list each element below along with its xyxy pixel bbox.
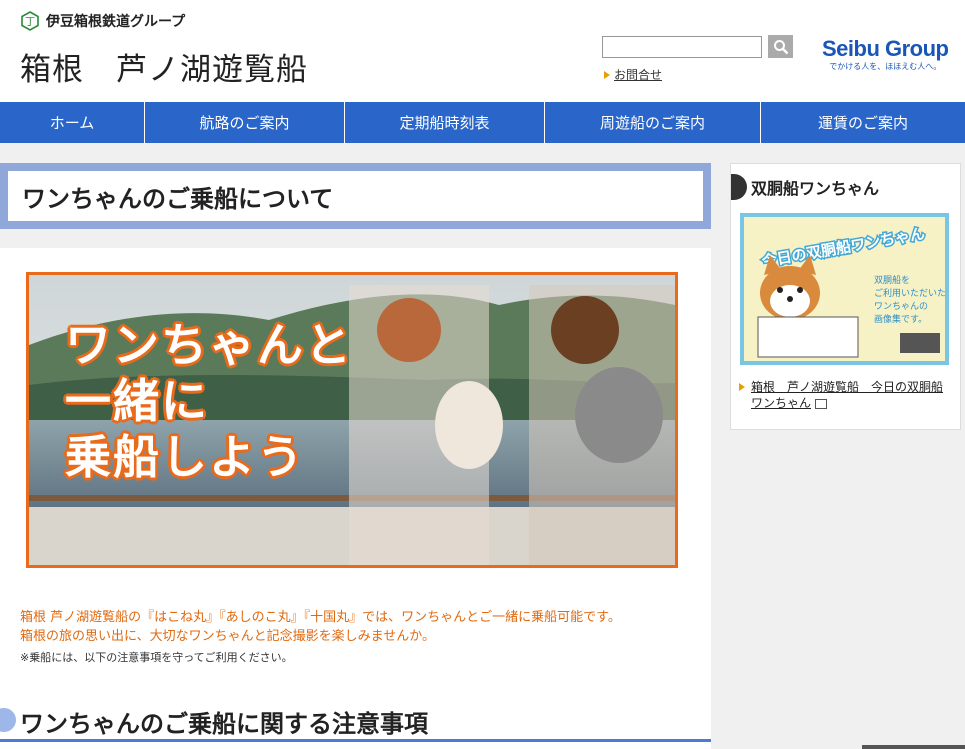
site-title[interactable]: 箱根 芦ノ湖遊覧船 bbox=[20, 44, 308, 89]
banner-text-line-2: ご利用いただいた bbox=[874, 287, 946, 299]
dog-illustration: 今日の双胴船ワンちゃん 今日の双胴船ワンちゃん 双胴船を ご利用いただいた ワン… bbox=[740, 213, 949, 365]
seibu-tagline: でかける人を、ほほえむ人へ。 bbox=[829, 62, 942, 71]
nav-fares[interactable]: 運賃のご案内 bbox=[761, 102, 965, 143]
search-button[interactable] bbox=[768, 35, 793, 58]
search-icon bbox=[773, 39, 788, 54]
search-input[interactable] bbox=[602, 36, 762, 58]
svg-text:丁: 丁 bbox=[25, 17, 35, 28]
content-panel: ワンちゃんと 一緒に 乗船しよう 箱根 芦ノ湖遊覧船の『はこね丸』『あしのこ丸』… bbox=[0, 248, 711, 749]
sidebar-heading: 双胴船ワンちゃん bbox=[731, 174, 879, 200]
hero-caption: ワンちゃんと 一緒に 乗船しよう bbox=[65, 318, 353, 484]
section-title: ワンちゃんのご乗船に関する注意事項 bbox=[20, 710, 428, 738]
section-divider bbox=[0, 739, 711, 742]
page-title: ワンちゃんのご乗船について bbox=[22, 184, 334, 213]
site-header: 丁 伊豆箱根鉄道グループ 箱根 芦ノ湖遊覧船 お問合せ Seibu Group … bbox=[0, 0, 965, 102]
intro-text: 箱根 芦ノ湖遊覧船の『はこね丸』『あしのこ丸』『十国丸』では、ワンちゃんとご一緒… bbox=[20, 610, 621, 644]
arrow-icon bbox=[604, 70, 610, 79]
nav-cruise[interactable]: 周遊船のご案内 bbox=[545, 102, 761, 143]
banner-text-line-1: 双胴船を bbox=[874, 274, 910, 286]
hero-banner: ワンちゃんと 一緒に 乗船しよう bbox=[26, 272, 678, 568]
sidebar: 双胴船ワンちゃん 今日の双胴船ワンちゃん 今日の双胴船ワンちゃん 双胴船を ご利… bbox=[730, 163, 961, 430]
banner-text-line-3: ワンちゃんの bbox=[874, 301, 928, 312]
boarding-note: ※乗船には、以下の注意事項を守ってご利用ください。 bbox=[20, 651, 293, 664]
izuhakone-emblem-icon: 丁 bbox=[21, 11, 39, 31]
seibu-group-logo[interactable]: Seibu Group でかける人を、ほほえむ人へ。 bbox=[822, 36, 949, 72]
page-edge bbox=[862, 745, 965, 749]
section-heading: ワンちゃんのご乗船に関する注意事項 bbox=[0, 678, 711, 748]
inquiry-link-row: お問合せ bbox=[604, 66, 662, 83]
seibu-group-name: Seibu Group bbox=[822, 36, 949, 61]
dog-gallery-link[interactable]: 箱根 芦ノ湖遊覧船 今日の双胴船ワンちゃん bbox=[751, 379, 947, 411]
section-bullet-icon bbox=[0, 708, 16, 732]
group-logo[interactable]: 丁 伊豆箱根鉄道グループ bbox=[20, 11, 185, 31]
banner-text-line-4: 画像集です。 bbox=[874, 313, 927, 325]
inquiry-link[interactable]: お問合せ bbox=[614, 66, 662, 83]
page-title-frame: ワンちゃんのご乗船について bbox=[0, 163, 711, 229]
nav-home[interactable]: ホーム bbox=[0, 102, 145, 143]
heading-marker-icon bbox=[731, 174, 747, 200]
external-window-icon bbox=[815, 398, 828, 409]
ship-icon bbox=[900, 333, 940, 353]
global-nav: ホーム 航路のご案内 定期船時刻表 周遊船のご案内 運賃のご案内 bbox=[0, 102, 965, 143]
sidebar-link-row: 箱根 芦ノ湖遊覧船 今日の双胴船ワンちゃん bbox=[739, 379, 947, 411]
main-content: ワンちゃんのご乗船について ワンちゃんと 一緒に 乗船しよう 箱根 芦ノ湖遊覧船… bbox=[0, 163, 711, 749]
group-name: 伊豆箱根鉄道グループ bbox=[46, 14, 186, 30]
page-title-box: ワンちゃんのご乗船について bbox=[8, 171, 703, 221]
nav-routes[interactable]: 航路のご案内 bbox=[145, 102, 345, 143]
arrow-icon bbox=[739, 383, 745, 391]
dog-gallery-banner[interactable]: 今日の双胴船ワンちゃん 今日の双胴船ワンちゃん 双胴船を ご利用いただいた ワン… bbox=[740, 213, 949, 365]
nav-timetable[interactable]: 定期船時刻表 bbox=[345, 102, 545, 143]
